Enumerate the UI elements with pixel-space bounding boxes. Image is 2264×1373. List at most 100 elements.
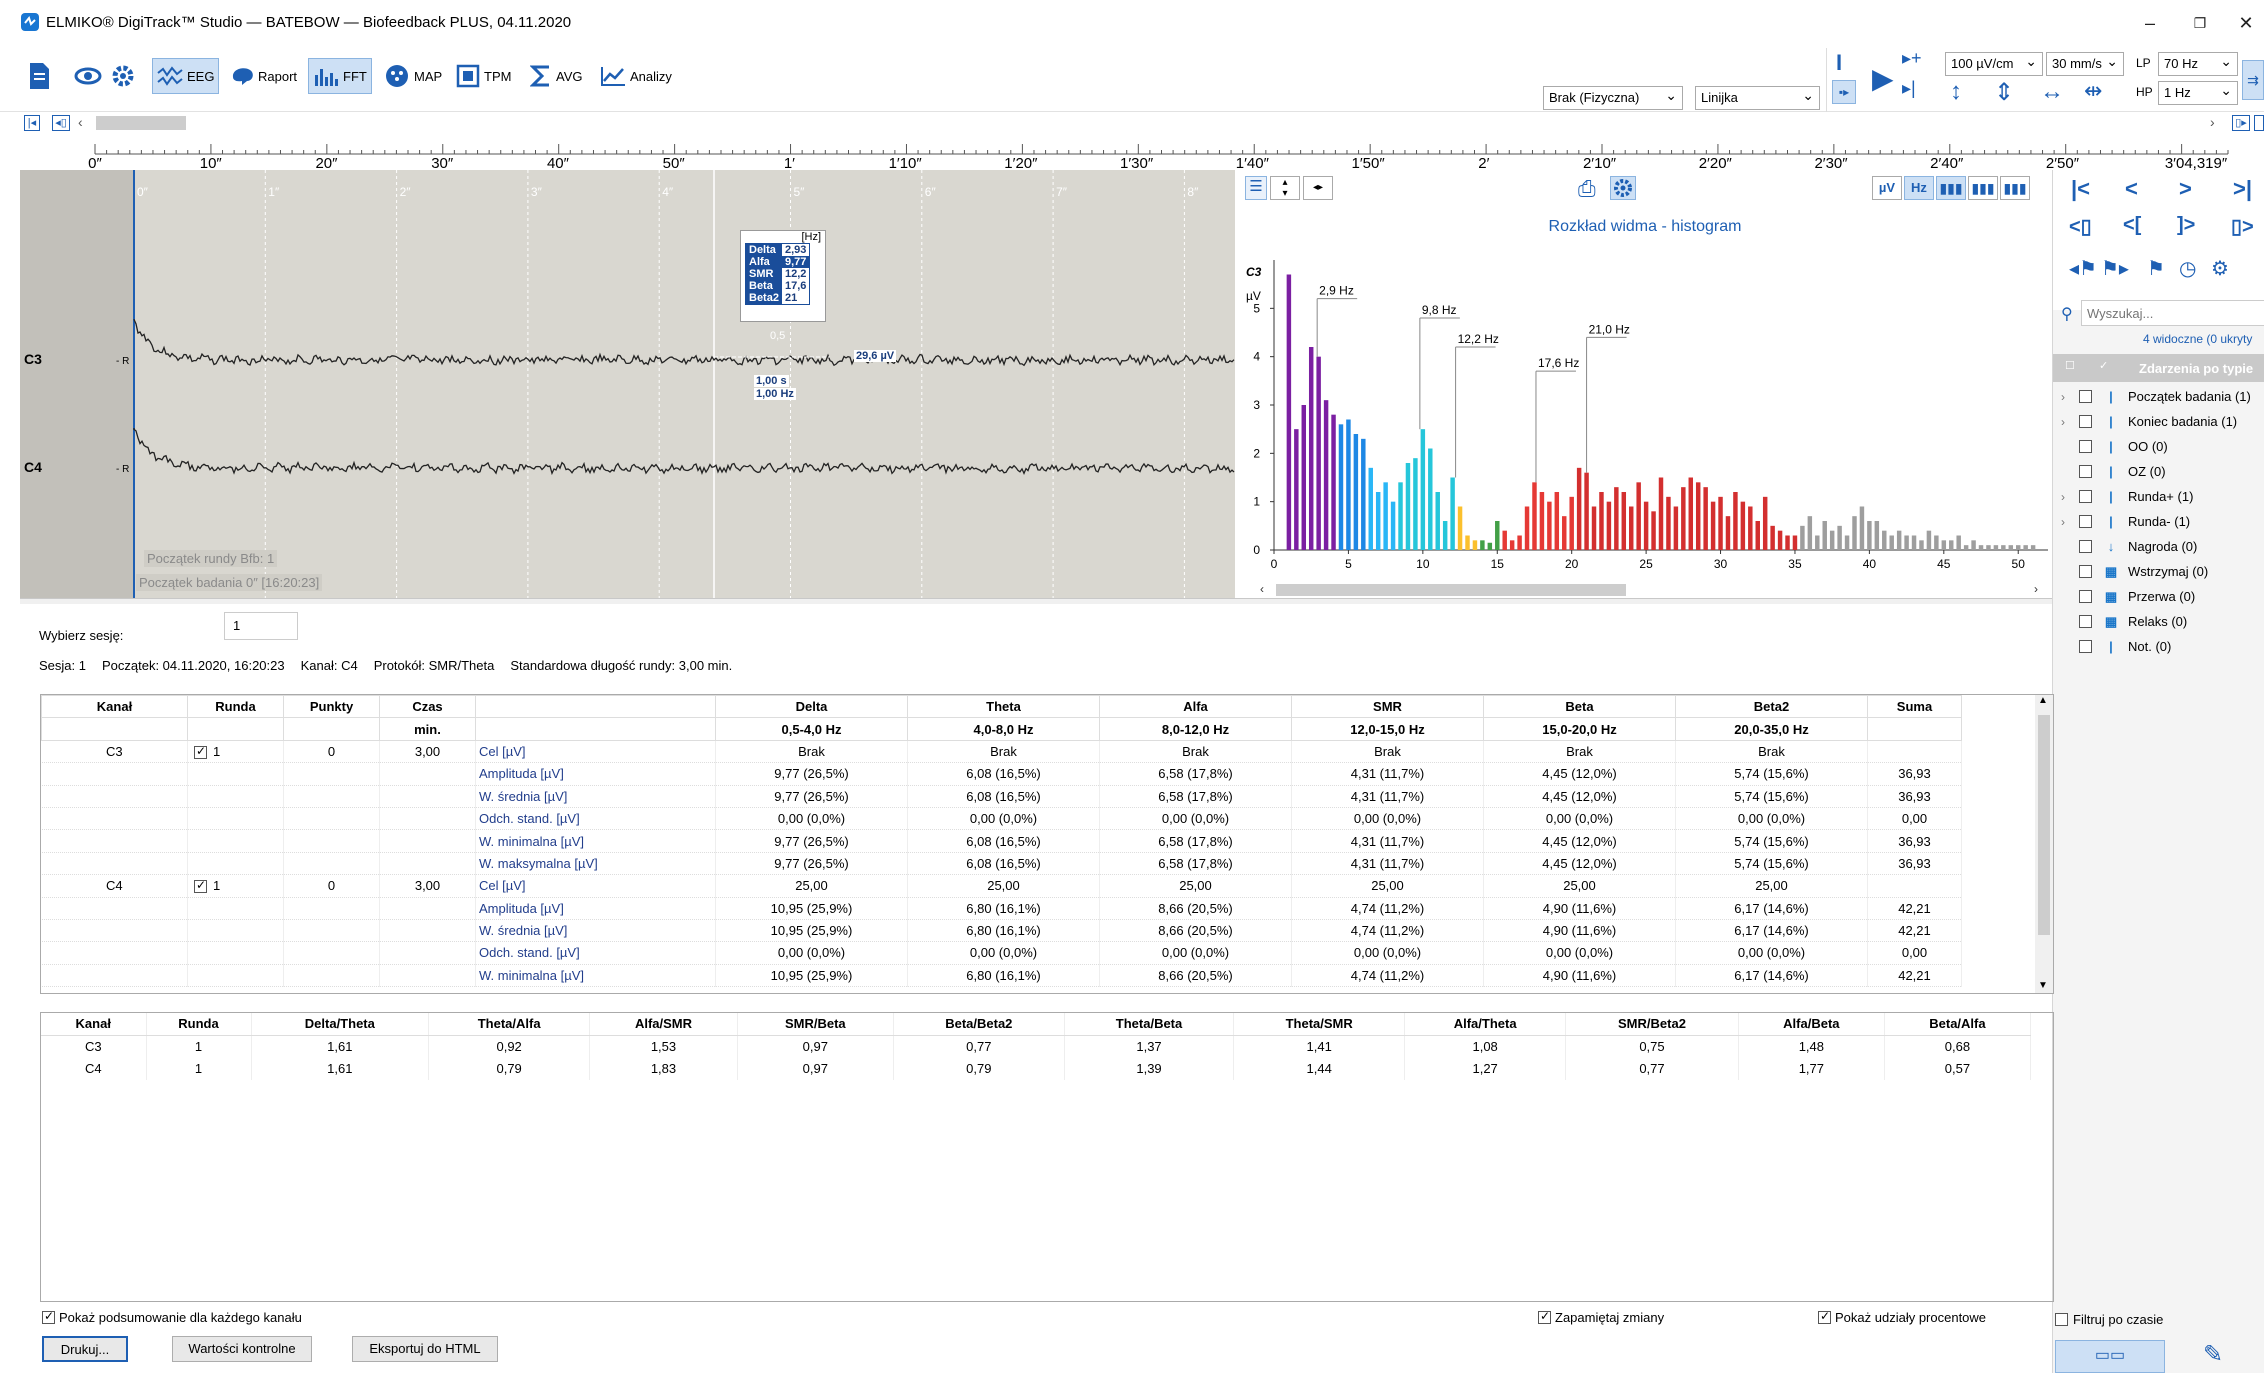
show-shares-checkbox[interactable]: [1818, 1309, 1831, 1324]
expand-chevron-icon[interactable]: ›: [2061, 515, 2077, 529]
channels-icon[interactable]: ☰: [1245, 176, 1267, 200]
search-input[interactable]: [2081, 300, 2264, 326]
speed-value[interactable]: 30 mm/s: [2046, 50, 2124, 76]
histogram-bar[interactable]: [1353, 434, 1359, 550]
histogram-bar[interactable]: [1971, 540, 1976, 550]
show-summary-checkbox[interactable]: [42, 1309, 55, 1324]
prev-page-icon[interactable]: <: [2125, 176, 2138, 202]
histogram-bar[interactable]: [1517, 535, 1522, 551]
histogram-bar[interactable]: [1740, 501, 1746, 550]
histogram-bar[interactable]: [2030, 545, 2036, 550]
band-table-row[interactable]: C4103,00Cel [µV]25,0025,0025,0025,0025,0…: [41, 874, 1962, 898]
vertical-scale-icon[interactable]: ▴ ▾: [1270, 176, 1300, 200]
histogram-bar[interactable]: [1338, 424, 1344, 550]
event-checkbox[interactable]: [2079, 415, 2092, 428]
histogram-bar[interactable]: [1621, 492, 1627, 550]
event-checkbox[interactable]: [2079, 465, 2092, 478]
panel-gear-icon[interactable]: ⚙: [2211, 256, 2229, 281]
histogram-bar[interactable]: [1941, 540, 1947, 550]
show-summary-option[interactable]: Pokaż podsumowanie dla każdego kanału: [42, 1309, 302, 1325]
histogram-bar[interactable]: [1710, 501, 1716, 550]
first-page-icon[interactable]: |<: [2071, 176, 2090, 202]
histogram-bar[interactable]: [1591, 506, 1597, 551]
histogram-bar[interactable]: [1755, 521, 1760, 550]
timeline-next-icon[interactable]: ▯▸: [2232, 115, 2250, 131]
horizontal-compress-icon[interactable]: ⇹: [2084, 78, 2102, 104]
histogram-bar[interactable]: [1361, 438, 1366, 550]
event-checkbox[interactable]: [2079, 390, 2092, 403]
band-table-row[interactable]: Odch. stand. [µV] 0,00 (0,0%) 0,00 (0,0%) 0…: [41, 807, 1962, 831]
event-type-item[interactable]: | OO (0): [2053, 434, 2264, 459]
histogram-bar[interactable]: [1770, 525, 1775, 550]
band-table-header[interactable]: Alfa: [1099, 695, 1292, 719]
histogram-bar[interactable]: [1562, 516, 1567, 550]
vertical-expand-icon[interactable]: ↕: [1950, 78, 1962, 106]
ratio-table-row[interactable]: C3 1 1,61 0,92 1,53 0,97 0,77 1,37 1,41 1,08 0,75 1…: [41, 1035, 2032, 1058]
band-table-row[interactable]: W. maksymalna [µV] 9,77 (26,5%) 6,08 (16,5…: [41, 852, 1962, 876]
next-marker-icon[interactable]: ]>: [2177, 214, 2195, 237]
histogram-bar[interactable]: [1829, 530, 1835, 550]
ruler-select[interactable]: Linijka: [1695, 84, 1820, 110]
event-type-item[interactable]: ▦ Przerwa (0): [2053, 584, 2264, 609]
histogram-bar[interactable]: [1398, 482, 1403, 550]
hist-scroll-left-icon[interactable]: ‹: [1260, 582, 1264, 596]
band-table-header[interactable]: Beta: [1483, 695, 1676, 719]
horizontal-expand-icon[interactable]: ↔: [2040, 78, 2064, 106]
filter-by-time[interactable]: Filtruj po czasie: [2055, 1312, 2163, 1327]
histogram-bar[interactable]: [1703, 487, 1708, 550]
timeline-end-icon[interactable]: [2254, 115, 2264, 131]
vertical-compress-icon[interactable]: ⇕: [1994, 78, 2014, 107]
histogram-bar[interactable]: [1815, 535, 1820, 551]
event-type-item[interactable]: ▦ Relaks (0): [2053, 609, 2264, 634]
band-table-header[interactable]: [475, 695, 716, 719]
band-table-row[interactable]: W. minimalna [µV] 9,77 (26,5%) 6,08 (16,5%…: [41, 829, 1962, 853]
histogram-bar[interactable]: [1807, 516, 1813, 550]
remember-option[interactable]: Zapamiętaj zmiany: [1538, 1309, 1664, 1325]
print-button[interactable]: Drukuj...: [42, 1336, 128, 1362]
histogram-bar[interactable]: [1465, 535, 1470, 551]
band-table-row[interactable]: W. średnia [µV] 9,77 (26,5%) 6,08 (16,5%) 6…: [41, 785, 1962, 808]
event-checkbox[interactable]: [2079, 615, 2092, 628]
histogram-bar[interactable]: [1822, 521, 1827, 550]
band-table-row[interactable]: Amplituda [µV] 9,77 (26,5%) 6,08 (16,5%) 6,…: [41, 762, 1962, 786]
histogram-bar[interactable]: [1435, 492, 1440, 550]
histogram-bar[interactable]: [1688, 477, 1694, 551]
uv-toggle-button[interactable]: µV: [1872, 176, 1902, 200]
band-table-header[interactable]: Suma: [1867, 695, 1962, 719]
band-table-header[interactable]: Beta2: [1675, 695, 1868, 719]
bars-view3-icon[interactable]: ▮▮▮: [2000, 176, 2030, 200]
edit-icon[interactable]: ✎: [2203, 1340, 2223, 1369]
event-checkbox[interactable]: [2079, 540, 2092, 553]
expand-chevron-icon[interactable]: ›: [2061, 390, 2077, 404]
histogram-bar[interactable]: [1375, 492, 1381, 550]
timeline-scroll-thumb[interactable]: [96, 116, 186, 130]
histogram-bar[interactable]: [1949, 540, 1954, 550]
histogram-bar[interactable]: [1643, 501, 1649, 550]
filter-checkbox[interactable]: [2055, 1313, 2068, 1326]
histogram-bar[interactable]: [1316, 356, 1321, 550]
histogram-bar[interactable]: [1509, 540, 1515, 550]
histogram-bar[interactable]: [1748, 506, 1753, 551]
timeline-scale[interactable]: 0″ 10″ 20″ 30″ 40″ 50″ 1′ 1′10″ 1′20″ 1′30″ 1′40″ 1…: [0, 134, 2264, 170]
step-forward-icon[interactable]: ▸+: [1902, 48, 1922, 69]
print-icon[interactable]: ⎙: [1578, 176, 1596, 202]
scroll-left-icon[interactable]: ‹: [78, 114, 83, 130]
event-round-start[interactable]: Początek rundy Bfb: 1: [144, 550, 278, 567]
event-checkbox[interactable]: [2079, 565, 2092, 578]
expand-chevron-icon[interactable]: ›: [2061, 415, 2077, 429]
histogram-bar[interactable]: [1800, 525, 1805, 550]
event-checkbox[interactable]: [2079, 640, 2092, 653]
avg-button[interactable]: AVG: [526, 58, 587, 94]
control-values-button[interactable]: Wartości kontrolne: [172, 1336, 312, 1362]
histogram-bar[interactable]: [1882, 530, 1887, 550]
histogram-bar[interactable]: [1554, 492, 1560, 550]
histogram-bar[interactable]: [1599, 492, 1604, 550]
hp-select[interactable]: 1 Hz: [2158, 79, 2238, 105]
timeline-prev-icon[interactable]: ◂▯: [52, 115, 70, 131]
histogram-bar[interactable]: [1777, 530, 1783, 550]
histogram-bar[interactable]: [1532, 482, 1537, 550]
settings-button[interactable]: [106, 58, 140, 94]
band-table-header[interactable]: Kanał: [41, 695, 188, 719]
histogram-bar[interactable]: [1428, 448, 1433, 551]
prev-event-icon[interactable]: <▯: [2069, 214, 2092, 239]
